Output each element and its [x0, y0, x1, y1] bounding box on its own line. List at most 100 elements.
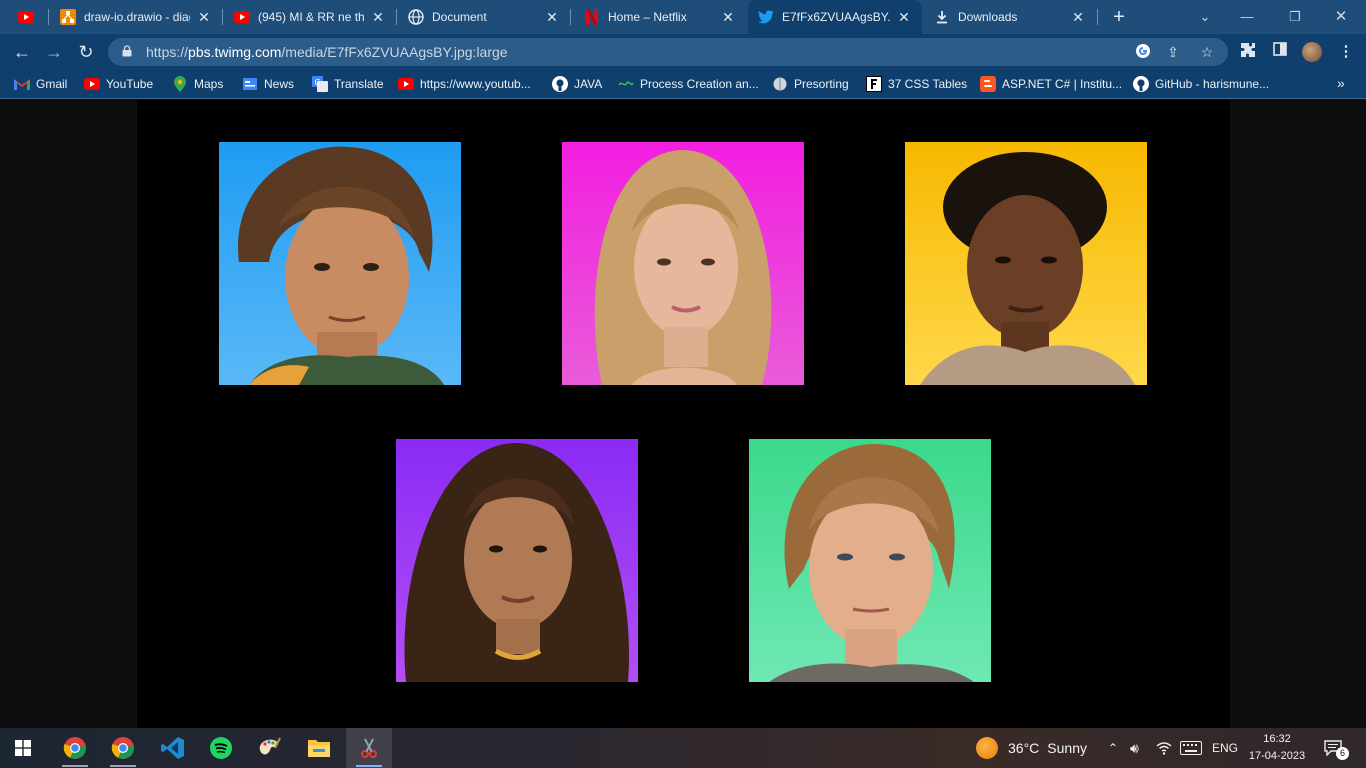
language-indicator[interactable]: ENG [1212, 728, 1238, 768]
bookmark-maps[interactable]: Maps [172, 75, 223, 93]
tab-netflix[interactable]: Home – Netflix ✕ [574, 0, 746, 34]
bookmark-github[interactable]: GitHub - harismune... [1133, 75, 1269, 93]
globe-icon [408, 9, 424, 25]
portrait-3 [905, 142, 1147, 385]
snipping-app[interactable] [346, 728, 392, 768]
address-bar[interactable]: https://pbs.twimg.com/media/E7fFx6ZVUAAg… [108, 38, 1228, 66]
link-icon [618, 76, 634, 92]
bookmark-gmail[interactable]: Gmail [14, 75, 67, 93]
drawio-icon [60, 9, 76, 25]
youtube-icon [18, 9, 34, 25]
forward-button[interactable]: → [42, 40, 66, 64]
new-tab-button[interactable]: + [1108, 6, 1130, 28]
chrome-icon [63, 737, 86, 759]
bookmark-presorting[interactable]: Presorting [772, 75, 849, 93]
bookmark-news[interactable]: News [242, 75, 294, 93]
volume-icon[interactable]: 🔊︎ [1130, 728, 1139, 768]
portrait-4 [396, 439, 638, 682]
reload-button[interactable]: ↻ [74, 40, 98, 64]
folder-icon [308, 740, 330, 757]
vscode-app[interactable] [150, 728, 196, 768]
back-button[interactable]: ← [10, 40, 34, 64]
paint-app[interactable] [246, 728, 292, 768]
maps-icon [172, 76, 188, 92]
profile-avatar[interactable] [1302, 42, 1322, 62]
close-icon[interactable]: ✕ [370, 9, 386, 25]
tab-twitter-image-active[interactable]: E7fFx6ZVUAAgsBY.jp ✕ [748, 0, 922, 34]
tab-youtube-video[interactable]: (945) MI & RR ne tho ✕ [224, 0, 396, 34]
bookmark-aspnet[interactable]: ASP.NET C# | Institu... [980, 75, 1122, 93]
chrome-app-2[interactable] [100, 728, 146, 768]
portrait-5 [749, 439, 991, 682]
displayed-image[interactable] [137, 100, 1230, 728]
bookmark-label: Process Creation an... [640, 77, 759, 91]
chrome-icon [111, 737, 134, 759]
close-icon[interactable]: ✕ [896, 9, 912, 25]
bookmarks-overflow-button[interactable]: » [1337, 75, 1345, 91]
minimize-button[interactable]: — [1236, 6, 1258, 28]
tab-title: Document [432, 10, 487, 24]
spotify-icon [210, 737, 232, 759]
clock-time: 16:32 [1263, 733, 1291, 745]
blogger-icon [980, 76, 996, 92]
bookmark-java[interactable]: JAVA [552, 75, 602, 93]
lock-icon[interactable] [120, 44, 134, 60]
bookmark-label: https://www.youtub... [420, 77, 531, 91]
svg-text:G: G [315, 78, 321, 87]
weather-temp: 36°C [1008, 740, 1040, 756]
close-icon[interactable]: ✕ [196, 9, 212, 25]
chrome-app-1[interactable] [52, 728, 98, 768]
tray-overflow-chevron-icon[interactable]: ⌃ [1108, 728, 1118, 768]
tab-title: E7fFx6ZVUAAgsBY.jp [782, 10, 890, 24]
tab-document[interactable]: Document ✕ [398, 0, 570, 34]
bookmark-label: 37 CSS Tables [888, 77, 968, 91]
close-icon[interactable]: ✕ [544, 9, 560, 25]
window-close-button[interactable]: ✕ [1330, 6, 1352, 28]
youtube-icon [84, 76, 100, 92]
file-explorer-app[interactable] [296, 728, 342, 768]
bookmark-star-icon[interactable]: ☆ [1198, 43, 1216, 61]
tab-strip: draw-io.drawio - diag ✕ (945) MI & RR ne… [0, 0, 1366, 34]
side-panel-icon[interactable] [1270, 42, 1290, 62]
start-button[interactable] [0, 728, 46, 768]
bookmark-youtube[interactable]: YouTube [84, 75, 153, 93]
restore-button[interactable]: ❐ [1284, 6, 1306, 28]
wifi-icon[interactable] [1156, 728, 1172, 768]
bookmark-css-tables[interactable]: 37 CSS Tables [866, 75, 967, 93]
spotify-app[interactable] [198, 728, 244, 768]
portrait-1 [219, 142, 461, 385]
close-icon[interactable]: ✕ [720, 9, 736, 25]
tab-title: draw-io.drawio - diag [84, 10, 190, 24]
snip-icon [361, 738, 377, 758]
tab-title: Downloads [958, 10, 1018, 24]
bookmark-youtube-link[interactable]: https://www.youtub... [398, 75, 531, 93]
browser-toolbar: ← → ↻ https://pbs.twimg.com/media/E7fFx6… [0, 34, 1366, 70]
google-lens-icon[interactable] [1134, 43, 1152, 61]
netflix-icon [584, 9, 600, 25]
weather-widget[interactable]: 36°C Sunny [976, 728, 1087, 768]
bookmarks-bar: Gmail YouTube Maps News G Translate http… [0, 70, 1366, 99]
notification-center[interactable]: 6 [1324, 728, 1349, 768]
github-icon [1133, 76, 1149, 92]
bookmark-label: News [264, 77, 295, 91]
tab-downloads[interactable]: Downloads ✕ [924, 0, 1096, 34]
news-icon [242, 76, 258, 92]
tab-title: Home – Netflix [608, 10, 687, 24]
vscode-icon [161, 737, 184, 759]
tab-drawio[interactable]: draw-io.drawio - diag ✕ [50, 0, 222, 34]
keyboard-icon[interactable] [1180, 728, 1202, 768]
tab-search-button[interactable]: ⌄ [1194, 6, 1216, 28]
extensions-icon[interactable] [1238, 42, 1258, 62]
share-icon[interactable]: ⇪ [1164, 43, 1182, 61]
youtube-icon [398, 76, 414, 92]
close-icon[interactable]: ✕ [1070, 9, 1086, 25]
tab-youtube-pinned[interactable] [8, 0, 48, 34]
clock[interactable]: 16:32 17-04-2023 [1240, 731, 1314, 765]
menu-kebab-icon[interactable]: ⋮ [1336, 42, 1356, 62]
bookmark-label: Presorting [794, 77, 849, 91]
download-icon [934, 9, 950, 25]
bookmark-process-creation[interactable]: Process Creation an... [618, 75, 759, 93]
bookmark-label: GitHub - harismune... [1155, 77, 1270, 91]
translate-icon: G [312, 76, 328, 92]
bookmark-translate[interactable]: G Translate [312, 75, 384, 93]
